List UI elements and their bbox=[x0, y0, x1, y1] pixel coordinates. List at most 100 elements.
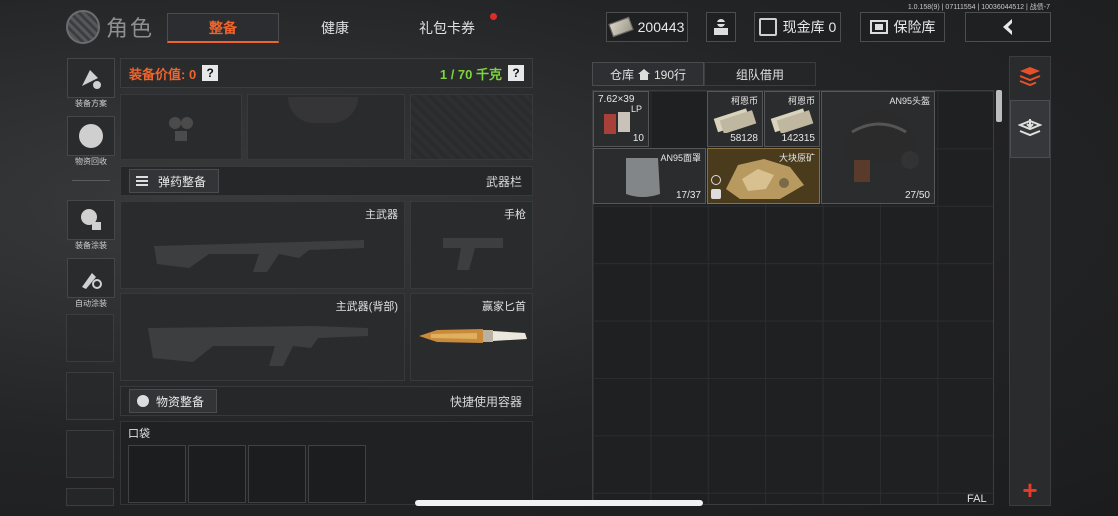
pocket-label: 口袋 bbox=[128, 428, 150, 440]
supply-icon bbox=[137, 395, 149, 407]
plus-icon: + bbox=[1022, 475, 1038, 505]
loadout-plan-box bbox=[67, 58, 115, 98]
menu-loadout-plan[interactable]: 装备方案 bbox=[66, 58, 116, 109]
helmet-silhouette bbox=[288, 97, 358, 123]
menu-empty-slot bbox=[66, 314, 114, 362]
primary-weapon-label: 主武器 bbox=[365, 209, 398, 221]
ammo-loadout-button[interactable]: 弹药整备 bbox=[129, 169, 220, 193]
supply-loadout-label: 物资整备 bbox=[156, 394, 205, 409]
tab-bar: 整备 健康 礼包卡券 bbox=[167, 13, 503, 43]
stash-download-button[interactable] bbox=[1010, 100, 1050, 158]
dice-icon bbox=[711, 189, 721, 199]
pocket-slot[interactable] bbox=[248, 445, 306, 503]
menu-loadout-plan-label: 装备方案 bbox=[75, 99, 107, 108]
auto-paint-box bbox=[67, 258, 115, 298]
pistol-slot[interactable]: 手枪 bbox=[410, 201, 533, 289]
menu-divider bbox=[72, 180, 110, 181]
helmet-slot[interactable] bbox=[247, 94, 405, 160]
tab-loadout[interactable]: 整备 bbox=[167, 13, 279, 43]
notification-dot bbox=[490, 13, 497, 20]
face-shield-item[interactable]: AN95面罩 17/37 bbox=[593, 148, 706, 204]
melee-label: 赢家匕首 bbox=[482, 301, 526, 313]
pistol-label: 手枪 bbox=[504, 209, 526, 221]
ammo-item-type: LP bbox=[630, 104, 642, 114]
recycle-box bbox=[67, 116, 115, 156]
cash-vault-label: 现金库 0 bbox=[782, 19, 837, 35]
coin-item[interactable]: 柯恩币 58128 bbox=[707, 91, 763, 147]
back-weapon-slot[interactable]: 主武器(背部) bbox=[120, 293, 405, 381]
tab-team-borrow[interactable]: 组队借用 bbox=[704, 62, 816, 86]
pocket-slot[interactable] bbox=[308, 445, 366, 503]
back-arrow-icon bbox=[1003, 19, 1012, 35]
help-icon[interactable]: ? bbox=[508, 65, 524, 81]
page-title-text: 角色 bbox=[106, 16, 155, 41]
skin-box bbox=[67, 200, 115, 240]
back-button[interactable] bbox=[965, 12, 1051, 42]
quick-container-label: 快捷使用容器 bbox=[449, 394, 522, 409]
coin-item[interactable]: 柯恩币 142315 bbox=[764, 91, 820, 147]
menu-skin[interactable]: 装备涂装 bbox=[66, 200, 116, 251]
helmet-icon bbox=[844, 110, 919, 182]
ore-item[interactable]: 大块原矿 bbox=[707, 148, 820, 204]
equipment-value-text: 装备价值: 0 bbox=[129, 66, 197, 82]
tab-gift-cards-label: 礼包卡券 bbox=[419, 20, 475, 36]
tab-health[interactable]: 健康 bbox=[279, 13, 391, 43]
rifle-silhouette-icon bbox=[154, 240, 364, 272]
ammo-box-icon bbox=[604, 112, 630, 134]
currency-display[interactable]: 200443 bbox=[606, 12, 688, 42]
ammo-icon bbox=[136, 176, 148, 186]
menu-auto-paint[interactable]: 自动涂装 bbox=[66, 258, 116, 309]
character-icon bbox=[66, 10, 100, 44]
menu-recycle-label: 物资回收 bbox=[75, 157, 107, 166]
home-indicator[interactable] bbox=[415, 500, 703, 506]
currency-amount: 200443 bbox=[637, 19, 685, 35]
ore-icon bbox=[726, 159, 804, 199]
page-title: 角色 bbox=[66, 10, 154, 44]
menu-empty-slot bbox=[66, 430, 114, 478]
supply-loadout-button[interactable]: 物资整备 bbox=[129, 389, 218, 413]
safe-box-label: 保险库 bbox=[893, 19, 936, 35]
sort-icon bbox=[1019, 67, 1041, 87]
knife-icon bbox=[419, 329, 527, 343]
trader-button[interactable] bbox=[706, 12, 736, 42]
weapon-bar-header: 弹药整备 武器栏 bbox=[120, 166, 533, 196]
equipment-header: 装备价值: 0 ? 1 / 70 千克 ? bbox=[120, 58, 533, 88]
tab-health-label: 健康 bbox=[321, 20, 349, 36]
safe-icon bbox=[869, 20, 888, 34]
help-icon[interactable]: ? bbox=[202, 65, 219, 81]
tab-stash[interactable]: 仓库 190行 bbox=[592, 62, 704, 86]
cash-stack-icon bbox=[770, 108, 814, 133]
tab-stash-label: 仓库 bbox=[609, 67, 634, 82]
tab-gift-cards[interactable]: 礼包卡券 bbox=[391, 13, 503, 43]
version-info: 1.0.158(9) | 07111554 | 10036044512 | 战债… bbox=[907, 4, 1050, 11]
cash-vault-button[interactable]: 现金库 0 bbox=[754, 12, 841, 42]
stash-scrollbar[interactable] bbox=[996, 90, 1002, 122]
ammo-loadout-label: 弹药整备 bbox=[158, 174, 207, 189]
ammo-item-count: 10 bbox=[632, 133, 644, 144]
pistol-silhouette-icon bbox=[443, 238, 503, 270]
gas-mask-icon bbox=[169, 117, 193, 141]
tab-team-borrow-label: 组队借用 bbox=[735, 67, 784, 82]
item-label-fal: FAL bbox=[967, 493, 987, 505]
stash-tab-bar: 仓库 190行 组队借用 bbox=[592, 62, 1007, 86]
trader-icon bbox=[714, 19, 728, 35]
pocket-slot[interactable] bbox=[188, 445, 246, 503]
primary-weapon-slot[interactable]: 主武器 bbox=[120, 201, 405, 289]
weapon-bar-label: 武器栏 bbox=[485, 174, 522, 189]
coin-item-count: 58128 bbox=[730, 133, 758, 144]
gas-mask-slot[interactable] bbox=[120, 94, 242, 160]
rifle-back-silhouette-icon bbox=[148, 326, 368, 366]
helmet-item[interactable]: AN95头盔 27/50 bbox=[821, 91, 935, 204]
pocket-slot[interactable] bbox=[128, 445, 186, 503]
stash-layers-icon bbox=[1018, 119, 1042, 137]
auto-paint-icon bbox=[82, 273, 102, 289]
safe-box-button[interactable]: 保险库 bbox=[860, 12, 945, 42]
cash-vault-icon bbox=[758, 18, 777, 36]
menu-recycle[interactable]: 物资回收 bbox=[66, 116, 116, 167]
armor-slot[interactable] bbox=[410, 94, 533, 160]
ammo-item[interactable]: 7.62×39 LP 10 bbox=[593, 91, 649, 147]
add-button[interactable]: + bbox=[1010, 470, 1050, 510]
melee-slot[interactable]: 赢家匕首 bbox=[410, 293, 533, 381]
coin-item-count: 142315 bbox=[781, 133, 815, 144]
sort-stash-button[interactable] bbox=[1010, 56, 1050, 96]
